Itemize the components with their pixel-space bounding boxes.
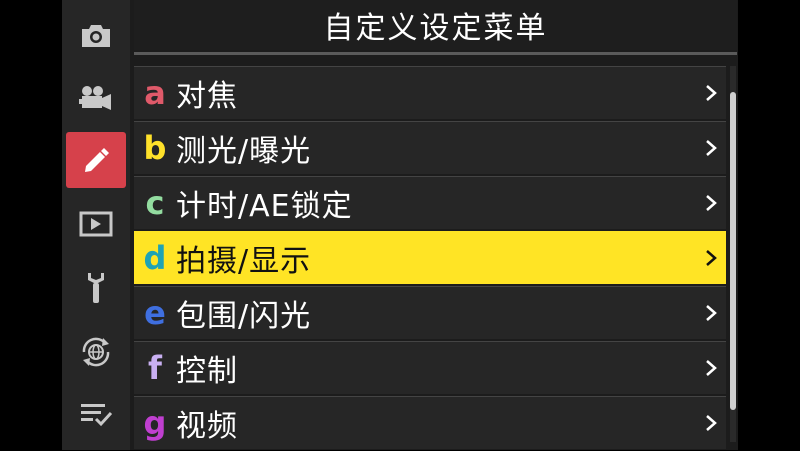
custom-settings-menu: a 对焦 b 测光/曝光 c 计时/AE锁定 d 拍摄/显示 e 包围/闪光 f… [134,66,726,451]
chevron-right-icon [704,177,718,229]
menu-item-letter: g [143,404,167,442]
menu-item-letter: b [143,129,167,167]
menu-item-letter: d [143,239,167,277]
menu-item-e[interactable]: e 包围/闪光 [134,286,726,339]
chevron-right-icon [704,397,718,449]
chevron-right-icon [704,287,718,339]
menu-item-letter: a [144,74,166,112]
title-divider [134,52,737,55]
menu-item-label: 视频 [176,409,238,444]
page-title: 自定义设定菜单 [134,0,737,50]
network-globe-icon[interactable] [66,324,126,380]
chevron-right-icon [704,342,718,394]
menu-item-c[interactable]: c 计时/AE锁定 [134,176,726,229]
menu-item-label: 测光/曝光 [176,134,312,169]
menu-item-label: 对焦 [176,79,238,114]
chevron-right-icon [704,67,718,119]
movie-camera-icon[interactable] [66,70,126,126]
menu-item-label: 拍摄/显示 [176,244,312,279]
menu-item-a[interactable]: a 对焦 [134,66,726,119]
chevron-right-icon [704,122,718,174]
menu-item-label: 控制 [176,354,238,389]
menu-item-g[interactable]: g 视频 [134,396,726,449]
menu-item-f[interactable]: f 控制 [134,341,726,394]
menu-item-d[interactable]: d 拍摄/显示 [134,231,726,284]
wrench-icon[interactable] [66,260,126,316]
my-menu-icon[interactable] [66,386,126,442]
menu-item-letter: c [145,184,165,222]
scrollbar-thumb[interactable] [730,92,736,410]
menu-item-b[interactable]: b 测光/曝光 [134,121,726,174]
playback-icon[interactable] [66,196,126,252]
chevron-right-icon [704,232,718,284]
camera-icon[interactable] [66,8,126,64]
menu-item-letter: e [144,294,166,332]
menu-item-label: 计时/AE锁定 [176,189,353,224]
menu-item-letter: f [148,349,162,387]
menu-item-label: 包围/闪光 [176,299,312,334]
pencil-icon[interactable] [66,132,126,188]
